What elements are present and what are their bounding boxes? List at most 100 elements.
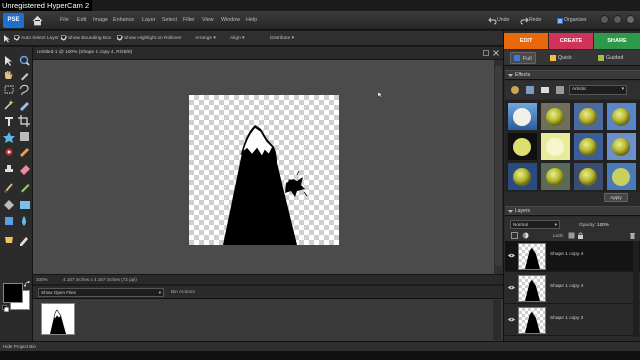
blend-mode-select[interactable]: Normal ▾ [510,220,560,229]
organizer-button[interactable]: Organizer [556,15,587,26]
collapse-triangle-icon[interactable] [508,209,513,214]
all-effects-icon[interactable] [555,85,565,95]
lasso-tool-icon[interactable] [19,84,29,96]
minimize-button[interactable] [600,15,609,24]
delete-layer-icon[interactable] [629,232,636,239]
effect-thumb-11[interactable] [574,163,603,190]
layers-panel-header[interactable]: Layers [505,206,640,216]
effect-thumb-4[interactable] [607,103,636,130]
image-canvas[interactable] [189,95,339,245]
menu-help[interactable]: Help [243,15,260,26]
effect-thumb-10[interactable] [541,163,570,190]
effect-thumb-12[interactable] [607,163,636,190]
lock-transparency-icon[interactable] [568,232,575,239]
swap-colors-icon[interactable] [24,281,31,288]
menu-window[interactable]: Window [218,15,243,26]
zoom-level[interactable]: 100% [36,275,48,284]
arrange-dropdown[interactable]: Arrange ▾ [195,33,216,44]
effect-thumb-1[interactable] [508,103,537,130]
move-tool-icon[interactable] [5,56,12,66]
redo-button[interactable]: Redo [520,15,541,26]
shape-tool-icon[interactable] [5,217,13,225]
effect-thumb-3[interactable] [574,103,603,130]
lock-icon[interactable] [577,232,584,239]
document-tab[interactable]: Untitled-1 @ 100% (Shape 1 copy 4, RGB/8… [33,47,503,60]
blur-tool-icon[interactable] [22,216,26,226]
tab-share[interactable]: SHARE [594,33,640,49]
eraser-tool-icon[interactable] [20,165,30,175]
bin-scrollbar[interactable] [493,300,501,340]
adjustment-layer-icon[interactable] [522,232,529,239]
close-button[interactable] [626,15,635,24]
menu-image[interactable]: Image [90,15,111,26]
menu-view[interactable]: View [199,15,217,26]
quick-selection-tool-icon[interactable] [20,102,29,111]
type-tool-icon[interactable] [5,117,13,126]
brush-tool-icon[interactable] [4,183,13,193]
menu-layer[interactable]: Layer [139,15,159,26]
recompose-tool-icon[interactable] [20,132,29,141]
marquee-tool-icon[interactable] [4,85,14,94]
close-document-icon[interactable] [493,50,499,56]
menu-select[interactable]: Select [159,15,180,26]
visibility-eye-icon[interactable] [508,253,515,258]
maximize-button[interactable] [613,15,622,24]
layer-row[interactable]: Shape 1 copy 4 [505,241,640,272]
scroll-thumb[interactable] [495,66,502,266]
paint-bucket-tool-icon[interactable] [4,200,14,210]
tab-edit[interactable]: EDIT [504,33,548,49]
smart-brush-tool-icon[interactable] [21,184,30,193]
layer-styles-icon[interactable] [525,85,535,95]
move-tool-preset-icon[interactable] [3,34,12,43]
opacity-value[interactable]: 100% [597,222,609,227]
menu-file[interactable]: File [57,15,72,26]
layer-row[interactable]: Shape 1 copy 4 [505,273,640,304]
red-eye-tool-icon[interactable] [5,148,13,156]
sponge-tool-icon[interactable] [5,237,13,243]
default-colors-icon[interactable] [2,305,9,312]
menu-edit[interactable]: Edit [74,15,89,26]
new-layer-icon[interactable] [511,232,518,239]
effect-thumb-2[interactable] [541,103,570,130]
menu-enhance[interactable]: Enhance [110,15,137,26]
effect-thumb-8[interactable] [607,133,636,160]
zoom-tool-icon[interactable] [19,55,30,66]
float-icon[interactable] [483,50,489,56]
menu-filter[interactable]: Filter [180,15,198,26]
highlight-option[interactable]: Show Highlight on Rollover [117,33,182,44]
effects-panel-header[interactable]: Effects [505,70,640,80]
effect-thumb-6[interactable] [541,133,570,160]
bounding-box-checkbox[interactable] [61,35,66,41]
layer-row[interactable]: Shape 1 copy 3 [505,305,640,336]
hide-project-bin-button[interactable]: Hide Project Bin [3,342,36,351]
gradient-tool-icon[interactable] [20,201,30,209]
undo-button[interactable]: Undo [488,15,509,26]
effect-thumb-5[interactable] [508,133,537,160]
cookie-cutter-tool-icon[interactable] [3,132,15,143]
crop-tool-icon[interactable] [18,115,30,127]
home-icon[interactable] [32,15,43,26]
eyedropper-tool-icon[interactable] [21,73,29,81]
hand-tool-icon[interactable] [5,71,13,79]
magic-wand-tool-icon[interactable] [4,100,14,110]
bounding-box-option[interactable]: Show Bounding Box [61,33,111,44]
auto-select-checkbox[interactable] [14,35,19,41]
effects-category-select[interactable]: Artistic ▾ [569,85,627,95]
foreground-color-swatch[interactable] [3,283,23,303]
distribute-dropdown[interactable]: Distribute ▾ [270,33,294,44]
opacity-control[interactable]: Opacity: 100% [579,220,609,229]
open-file-thumbnail[interactable] [41,303,75,335]
visibility-eye-icon[interactable] [508,317,515,322]
layers-scrollbar[interactable] [633,241,639,337]
align-dropdown[interactable]: Align ▾ [230,33,244,44]
highlight-checkbox[interactable] [117,35,122,41]
clone-stamp-tool-icon[interactable] [5,165,13,172]
apply-effect-button[interactable]: Apply [604,193,628,202]
show-open-files-select[interactable]: Show Open Files ▾ [38,288,164,297]
filters-icon[interactable] [510,85,520,95]
spot-healing-brush-icon[interactable] [20,148,29,157]
pencil-tool-icon[interactable] [20,237,28,246]
effect-thumb-7[interactable] [574,133,603,160]
collapse-triangle-icon[interactable] [508,73,513,78]
photo-effects-icon[interactable] [540,85,550,95]
